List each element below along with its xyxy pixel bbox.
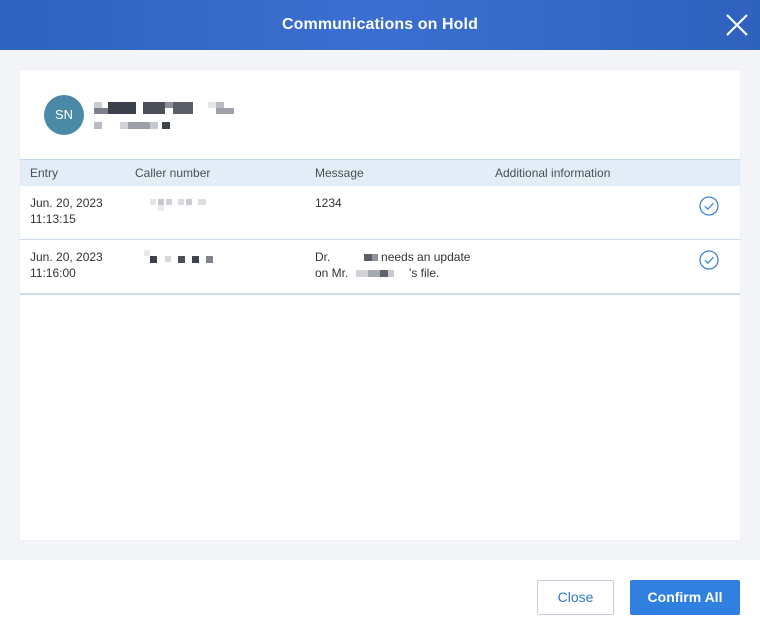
- dialog-footer: Close Confirm All: [0, 560, 760, 636]
- table-row: Jun. 20, 2023 11:16:00 Dr. needs an upda…: [20, 240, 740, 295]
- entry-date: Jun. 20, 2023: [30, 196, 103, 210]
- entry-date: Jun. 20, 2023: [30, 250, 103, 264]
- redacted-name: [334, 253, 378, 263]
- redacted-name: [352, 269, 406, 279]
- check-circle-icon[interactable]: [699, 196, 719, 216]
- confirm-all-button[interactable]: Confirm All: [630, 580, 740, 615]
- message-line-2: on Mr. 's file.: [315, 265, 470, 281]
- message-text: 1234: [315, 196, 342, 210]
- entry-cell: Jun. 20, 2023 11:13:15: [30, 195, 103, 227]
- entry-cell: Jun. 20, 2023 11:16:00: [30, 249, 103, 281]
- table-header: Entry Caller number Message Additional i…: [20, 159, 740, 186]
- message-prefix: on Mr.: [315, 266, 349, 280]
- dialog-header: Communications on Hold: [0, 0, 760, 50]
- message-prefix: Dr.: [315, 250, 331, 264]
- entry-time: 11:16:00: [30, 266, 76, 280]
- message-suffix: needs an update: [381, 250, 471, 264]
- column-additional-information: Additional information: [495, 166, 611, 180]
- communications-panel: SN Entry Caller number Message Additiona…: [20, 70, 740, 540]
- message-line-1: Dr. needs an update: [315, 249, 470, 265]
- close-icon[interactable]: [724, 12, 750, 38]
- message-suffix: 's file.: [409, 266, 440, 280]
- dialog-title: Communications on Hold: [282, 16, 478, 33]
- entry-time: 11:13:15: [30, 212, 76, 226]
- message-cell: Dr. needs an update on Mr. 's file.: [315, 249, 470, 281]
- column-caller-number: Caller number: [135, 166, 211, 180]
- table-row: Jun. 20, 2023 11:13:15 1234: [20, 186, 740, 241]
- column-entry: Entry: [30, 166, 59, 180]
- check-circle-icon[interactable]: [699, 250, 719, 270]
- close-button[interactable]: Close: [537, 580, 614, 615]
- message-cell: 1234: [315, 195, 342, 211]
- avatar: SN: [44, 95, 84, 135]
- column-message: Message: [315, 166, 364, 180]
